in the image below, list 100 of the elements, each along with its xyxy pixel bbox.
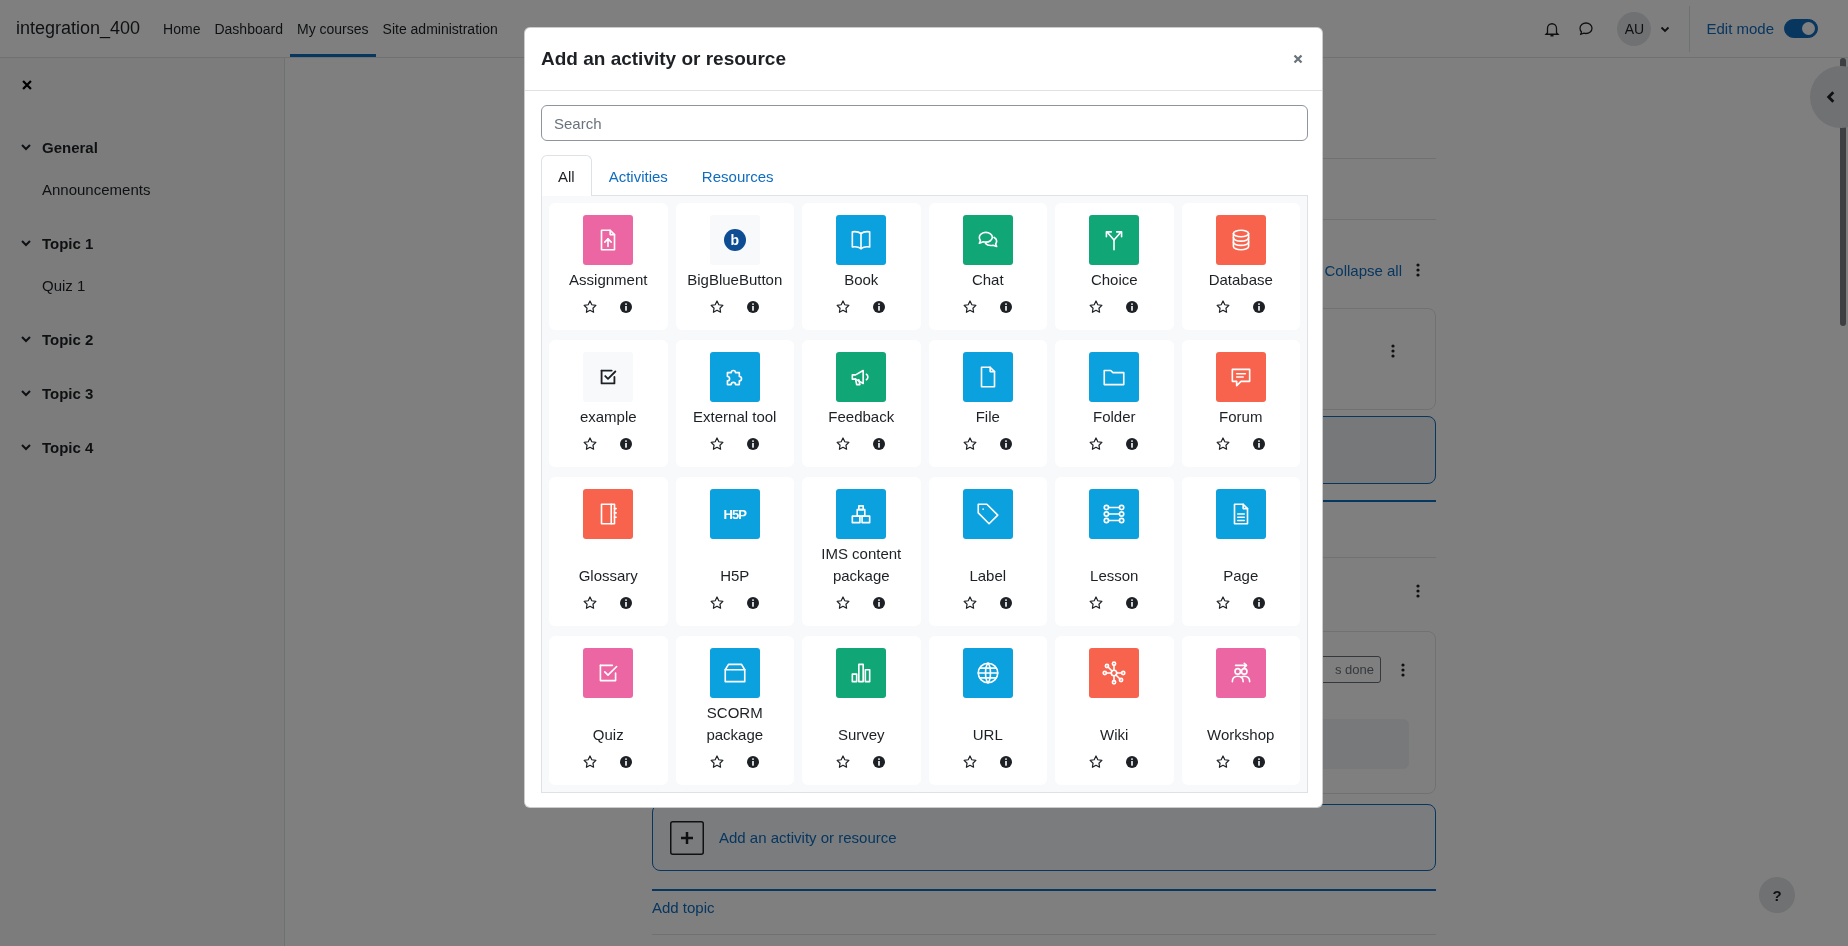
chevron-icon[interactable]: [20, 141, 32, 153]
star-icon[interactable]: [961, 436, 978, 452]
module-card[interactable]: External tool: [675, 340, 794, 467]
info-icon[interactable]: [1250, 299, 1267, 315]
info-icon[interactable]: [618, 436, 635, 452]
chevron-icon[interactable]: [20, 333, 32, 345]
section-link[interactable]: General: [42, 138, 98, 156]
module-card[interactable]: Book: [802, 203, 921, 330]
info-icon[interactable]: [997, 436, 1014, 452]
info-icon[interactable]: [871, 436, 888, 452]
star-icon[interactable]: [708, 595, 725, 611]
module-card[interactable]: SCORM package: [675, 636, 794, 785]
star-icon[interactable]: [582, 299, 599, 315]
info-icon[interactable]: [618, 595, 635, 611]
module-card[interactable]: Assignment: [549, 203, 668, 330]
module-card[interactable]: example: [549, 340, 668, 467]
module-card[interactable]: Choice: [1055, 203, 1174, 330]
info-icon[interactable]: [744, 299, 761, 315]
info-icon[interactable]: [1250, 754, 1267, 770]
info-icon[interactable]: [997, 299, 1014, 315]
module-card[interactable]: URL: [928, 636, 1047, 785]
star-icon[interactable]: [835, 299, 852, 315]
chevron-icon[interactable]: [20, 237, 32, 249]
star-icon[interactable]: [708, 299, 725, 315]
star-icon[interactable]: [582, 436, 599, 452]
kebab-menu-icon[interactable]: [1416, 262, 1420, 278]
info-icon[interactable]: [1124, 754, 1141, 770]
edit-mode-toggle[interactable]: [1784, 19, 1818, 38]
star-icon[interactable]: [582, 595, 599, 611]
kebab-menu-icon[interactable]: [1401, 661, 1405, 678]
module-card[interactable]: b BigBlueButton: [675, 203, 794, 330]
chat-icon[interactable]: [1577, 19, 1596, 38]
star-icon[interactable]: [708, 436, 725, 452]
section-link[interactable]: Topic 3: [42, 384, 94, 402]
section-link[interactable]: Topic 1: [42, 234, 94, 252]
info-icon[interactable]: [1250, 436, 1267, 452]
star-icon[interactable]: [961, 299, 978, 315]
module-card[interactable]: File: [928, 340, 1047, 467]
module-card[interactable]: Survey: [802, 636, 921, 785]
section-link[interactable]: Topic 2: [42, 330, 94, 348]
info-icon[interactable]: [1124, 595, 1141, 611]
module-card[interactable]: Glossary: [549, 477, 668, 626]
module-card[interactable]: Feedback: [802, 340, 921, 467]
module-card[interactable]: IMS content package: [802, 477, 921, 626]
tab[interactable]: Activities: [591, 155, 685, 196]
star-icon[interactable]: [708, 754, 725, 770]
user-avatar[interactable]: AU: [1617, 11, 1652, 46]
star-icon[interactable]: [835, 595, 852, 611]
module-card[interactable]: Lesson: [1055, 477, 1174, 626]
kebab-menu-icon[interactable]: [1391, 343, 1395, 359]
info-icon[interactable]: [871, 299, 888, 315]
info-icon[interactable]: [997, 595, 1014, 611]
star-icon[interactable]: [1088, 754, 1105, 770]
site-name[interactable]: integration_400: [0, 0, 157, 57]
module-card[interactable]: Wiki: [1055, 636, 1174, 785]
module-card[interactable]: Forum: [1181, 340, 1300, 467]
tab[interactable]: All: [541, 155, 592, 196]
section-link[interactable]: Topic 4: [42, 438, 94, 456]
module-card[interactable]: Database: [1181, 203, 1300, 330]
module-card[interactable]: Chat: [928, 203, 1047, 330]
star-icon[interactable]: [1088, 595, 1105, 611]
nav-link[interactable]: My courses: [289, 0, 376, 57]
module-card[interactable]: Page: [1181, 477, 1300, 626]
activity-link[interactable]: Quiz 1: [20, 264, 284, 306]
info-icon[interactable]: [871, 754, 888, 770]
info-icon[interactable]: [744, 436, 761, 452]
info-icon[interactable]: [1124, 436, 1141, 452]
module-card[interactable]: Folder: [1055, 340, 1174, 467]
help-button[interactable]: ?: [1759, 877, 1795, 913]
module-card[interactable]: Quiz: [549, 636, 668, 785]
info-icon[interactable]: [744, 754, 761, 770]
nav-link[interactable]: Dashboard: [207, 0, 290, 57]
chevron-icon[interactable]: [20, 441, 32, 453]
star-icon[interactable]: [961, 595, 978, 611]
star-icon[interactable]: [961, 754, 978, 770]
nav-link[interactable]: Site administration: [375, 0, 505, 57]
star-icon[interactable]: [1088, 299, 1105, 315]
close-icon[interactable]: [1291, 52, 1305, 66]
nav-link[interactable]: Home: [156, 0, 208, 57]
chevron-icon[interactable]: [20, 387, 32, 399]
info-icon[interactable]: [618, 754, 635, 770]
module-card[interactable]: H5P H5P: [675, 477, 794, 626]
kebab-menu-icon[interactable]: [1416, 583, 1420, 599]
star-icon[interactable]: [1214, 436, 1231, 452]
star-icon[interactable]: [582, 754, 599, 770]
module-card[interactable]: Workshop: [1181, 636, 1300, 785]
activity-link[interactable]: Announcements: [20, 168, 284, 210]
star-icon[interactable]: [1088, 436, 1105, 452]
module-card[interactable]: Label: [928, 477, 1047, 626]
info-icon[interactable]: [871, 595, 888, 611]
star-icon[interactable]: [1214, 595, 1231, 611]
info-icon[interactable]: [618, 299, 635, 315]
close-icon[interactable]: [20, 78, 34, 92]
info-icon[interactable]: [1124, 299, 1141, 315]
tab[interactable]: Resources: [684, 155, 791, 196]
star-icon[interactable]: [835, 754, 852, 770]
info-icon[interactable]: [744, 595, 761, 611]
info-icon[interactable]: [1250, 595, 1267, 611]
star-icon[interactable]: [1214, 299, 1231, 315]
star-icon[interactable]: [1214, 754, 1231, 770]
